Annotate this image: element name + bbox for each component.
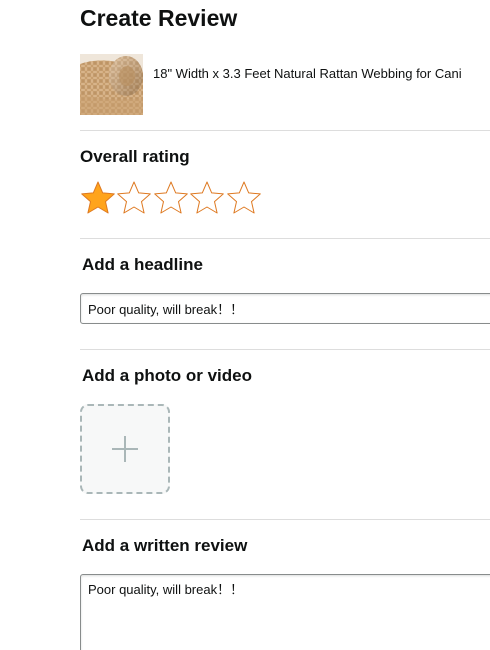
star-empty-icon[interactable] xyxy=(116,180,152,216)
add-photo-video-button[interactable] xyxy=(80,404,170,494)
overall-rating-heading: Overall rating xyxy=(80,147,190,166)
star-empty-icon[interactable] xyxy=(226,180,262,216)
plus-icon xyxy=(112,436,138,462)
section-divider xyxy=(80,238,490,239)
star-empty-icon[interactable] xyxy=(189,180,225,216)
star-empty-icon[interactable] xyxy=(153,180,189,216)
star-filled-icon[interactable] xyxy=(80,180,116,216)
written-review-heading: Add a written review xyxy=(82,536,248,555)
product-thumbnail xyxy=(80,54,143,115)
create-review-page: Create Review 18" Width x 3.3 Feet Natur… xyxy=(0,0,490,650)
star-rating[interactable] xyxy=(80,180,262,216)
rattan-webbing-roll-image xyxy=(80,54,143,115)
product-title[interactable]: 18" Width x 3.3 Feet Natural Rattan Webb… xyxy=(153,65,462,83)
section-divider xyxy=(80,519,490,520)
headline-input[interactable] xyxy=(80,293,490,324)
section-divider xyxy=(80,349,490,350)
headline-heading: Add a headline xyxy=(82,255,203,274)
page-title: Create Review xyxy=(80,5,238,31)
photo-video-heading: Add a photo or video xyxy=(82,366,252,385)
section-divider xyxy=(80,130,490,131)
written-review-textarea[interactable]: Poor quality, will break！！ xyxy=(80,574,490,650)
